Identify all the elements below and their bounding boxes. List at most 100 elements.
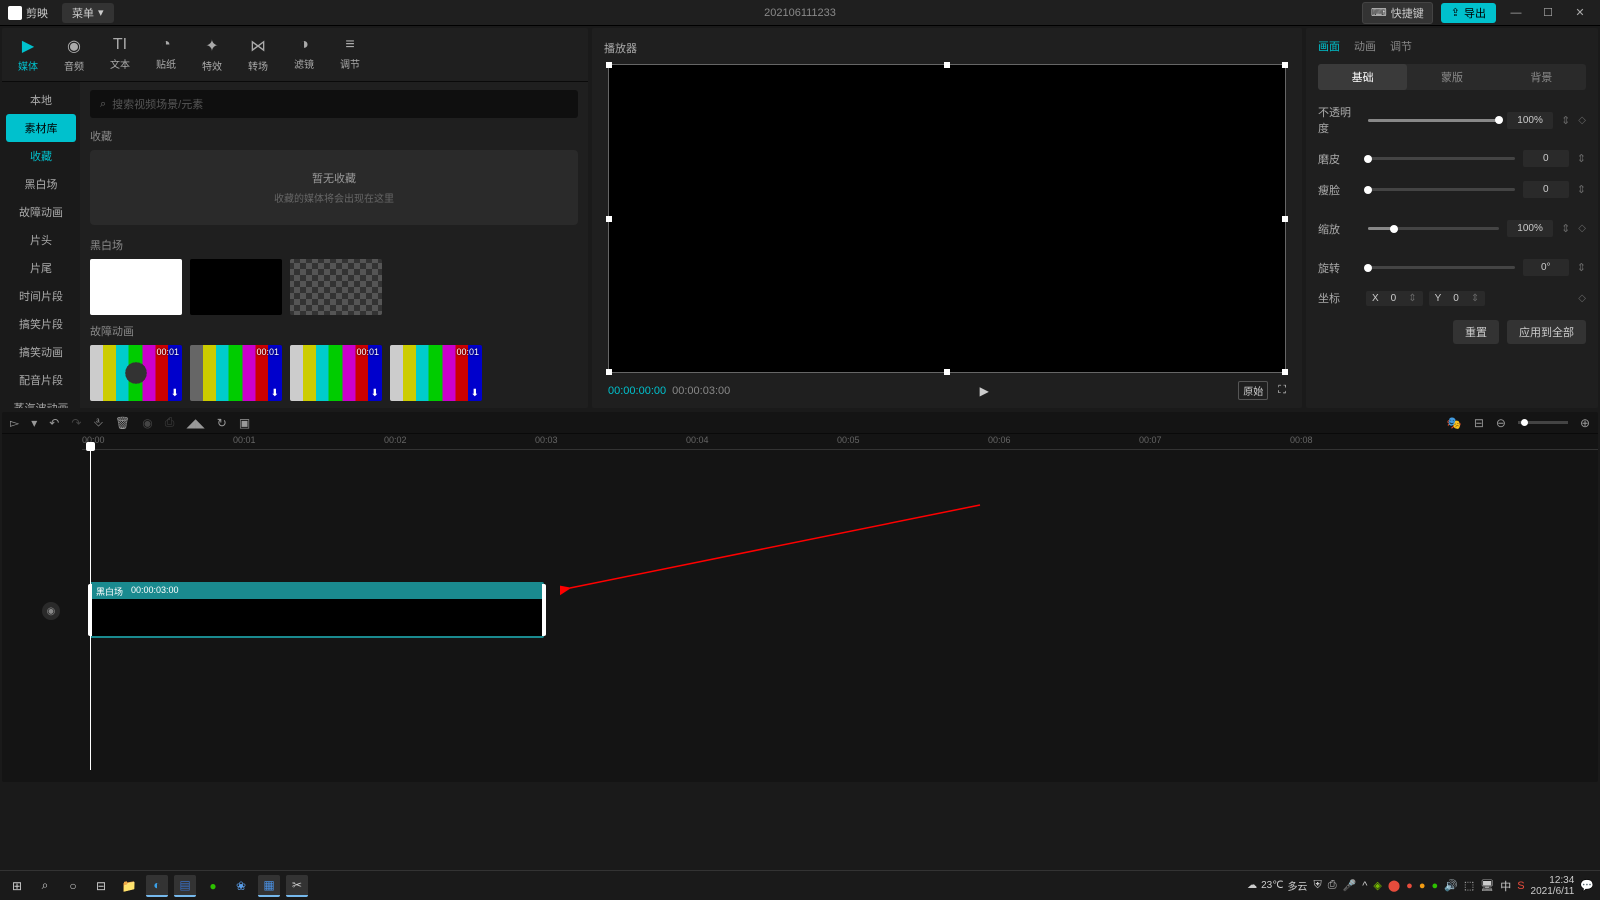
download-icon[interactable]: ⬇ <box>471 388 479 399</box>
keyframe-icon[interactable]: ◇ <box>1578 223 1586 234</box>
cortana-button[interactable]: ○ <box>62 875 84 897</box>
delete-tool[interactable]: 🗑 <box>115 416 130 430</box>
zoom-out-button[interactable]: ⊖ <box>1496 416 1506 430</box>
scale-slider[interactable] <box>1368 227 1499 230</box>
stepper-icon[interactable]: ⇕ <box>1561 222 1570 235</box>
thumb-black[interactable] <box>190 259 282 315</box>
sidebar-item-0[interactable]: 收藏 <box>2 142 80 170</box>
sidebar-top-1[interactable]: 素材库 <box>6 114 76 142</box>
stepper-icon[interactable]: ⇕ <box>1577 152 1586 165</box>
zoom-in-button[interactable]: ⊕ <box>1580 416 1590 430</box>
tray-app-icon[interactable]: ● <box>1419 880 1426 892</box>
download-icon[interactable]: ⬇ <box>271 388 279 399</box>
tray-stop-icon[interactable]: ⬤ <box>1388 879 1400 892</box>
maximize-button[interactable]: ☐ <box>1536 6 1560 19</box>
play-button[interactable]: ▶ <box>980 384 989 398</box>
app-icon-2[interactable]: ▤ <box>174 875 196 897</box>
rotate-tool[interactable]: ↻ <box>217 416 227 430</box>
tray-mic-icon[interactable]: 🎤 <box>1343 879 1357 892</box>
stepper-icon[interactable]: ⇕ <box>1577 261 1586 274</box>
start-button[interactable]: ⊞ <box>6 875 28 897</box>
reset-button[interactable]: 重置 <box>1453 320 1499 344</box>
opacity-slider[interactable] <box>1368 119 1499 122</box>
thumb-glitch-3[interactable]: 00:01⬇ <box>290 345 382 401</box>
taskview-button[interactable]: ⊟ <box>90 875 112 897</box>
fullscreen-icon[interactable]: ⛶ <box>1278 384 1286 397</box>
timeline-tracks[interactable]: ◉ 黑白场 00:00:03:00 <box>2 450 1598 770</box>
freeze-tool[interactable]: ⎙ <box>165 415 175 430</box>
jianying-taskbar-icon[interactable]: ✂ <box>286 875 308 897</box>
search-button[interactable]: ⌕ <box>34 875 56 897</box>
sidebar-item-5[interactable]: 时间片段 <box>2 282 80 310</box>
snap-tool[interactable]: ⊟ <box>1474 416 1484 430</box>
rotate-slider[interactable] <box>1368 266 1515 269</box>
tray-wechat-icon[interactable]: ● <box>1431 880 1438 892</box>
menu-button[interactable]: 菜单▾ <box>62 3 114 23</box>
timeline-clip[interactable]: 黑白场 00:00:03:00 <box>90 582 544 638</box>
media-tab-2[interactable]: TI文本 <box>102 32 138 77</box>
close-button[interactable]: ✕ <box>1568 6 1592 19</box>
keyframe-icon[interactable]: ◇ <box>1578 293 1586 304</box>
sidebar-item-4[interactable]: 片尾 <box>2 254 80 282</box>
media-tab-1[interactable]: ◉音频 <box>56 32 92 77</box>
preview-canvas[interactable] <box>608 64 1286 373</box>
tray-up-icon[interactable]: ^ <box>1362 880 1367 892</box>
export-button[interactable]: ⇪ 导出 <box>1441 3 1496 23</box>
media-tab-7[interactable]: ≡调节 <box>332 32 368 77</box>
tool-dropdown[interactable]: ▾ <box>31 416 37 430</box>
media-tab-0[interactable]: ▶媒体 <box>10 32 46 77</box>
props-subtab-1[interactable]: 蒙版 <box>1407 64 1496 90</box>
notifications-icon[interactable]: 💬 <box>1580 879 1594 892</box>
media-tab-4[interactable]: ✦特效 <box>194 32 230 77</box>
tray-volume-icon[interactable]: 🔊 <box>1444 879 1458 892</box>
tray-usb-icon[interactable]: ⎙ <box>1328 879 1337 892</box>
sidebar-item-2[interactable]: 故障动画 <box>2 198 80 226</box>
app-icon-3[interactable]: ❀ <box>230 875 252 897</box>
sidebar-item-8[interactable]: 配音片段 <box>2 366 80 394</box>
download-icon[interactable]: ⬇ <box>371 388 379 399</box>
sidebar-item-3[interactable]: 片头 <box>2 226 80 254</box>
clip-handle-right[interactable] <box>542 584 546 636</box>
pos-x-input[interactable]: X0⇕ <box>1366 291 1423 306</box>
weather-widget[interactable]: ☁ 23℃ 多云 <box>1247 878 1307 893</box>
apply-all-button[interactable]: 应用到全部 <box>1507 320 1586 344</box>
crop-tool[interactable]: ▣ <box>239 416 250 430</box>
taskbar-clock[interactable]: 12:34 2021/6/11 <box>1531 875 1575 897</box>
props-tab-1[interactable]: 动画 <box>1354 38 1376 54</box>
tray-sogou-icon[interactable]: S <box>1517 880 1524 892</box>
playhead[interactable] <box>90 450 91 770</box>
sidebar-item-6[interactable]: 搞笑片段 <box>2 310 80 338</box>
props-subtab-0[interactable]: 基础 <box>1318 64 1407 90</box>
explorer-icon[interactable]: 📁 <box>118 875 140 897</box>
wechat-icon[interactable]: ● <box>202 875 224 897</box>
split-tool[interactable]: ⎀ <box>93 415 103 430</box>
mirror-tool[interactable]: ◢◣ <box>186 416 204 430</box>
thumb-glitch-4[interactable]: 00:01⬇ <box>390 345 482 401</box>
redo-button[interactable]: ↷ <box>71 416 81 430</box>
sidebar-top-0[interactable]: 本地 <box>2 86 80 114</box>
undo-button[interactable]: ↶ <box>49 416 59 430</box>
thumb-transparent[interactable] <box>290 259 382 315</box>
timeline-ruler[interactable]: 00:0000:0100:0200:0300:0400:0500:0600:07… <box>82 434 1598 450</box>
pos-y-input[interactable]: Y0⇕ <box>1429 291 1486 306</box>
sidebar-item-1[interactable]: 黑白场 <box>2 170 80 198</box>
zoom-slider[interactable] <box>1518 421 1568 424</box>
thumb-glitch-2[interactable]: 00:01⬇ <box>190 345 282 401</box>
stepper-icon[interactable]: ⇕ <box>1561 114 1570 127</box>
media-tab-3[interactable]: ◔贴纸 <box>148 32 184 77</box>
search-input[interactable]: ⌕ 搜索视频场景/元素 <box>90 90 578 118</box>
record-tool[interactable]: ◉ <box>142 416 152 430</box>
track-mute-button[interactable]: ◉ <box>42 602 60 620</box>
tray-rec-icon[interactable]: ● <box>1406 880 1413 892</box>
tray-nvidia-icon[interactable]: ◈ <box>1373 879 1381 892</box>
sidebar-item-7[interactable]: 搞笑动画 <box>2 338 80 366</box>
shortcuts-button[interactable]: ⌨ 快捷键 <box>1362 2 1433 24</box>
app-icon-4[interactable]: ▦ <box>258 875 280 897</box>
props-tab-0[interactable]: 画面 <box>1318 38 1340 54</box>
minimize-button[interactable]: — <box>1504 7 1528 19</box>
download-icon[interactable]: ⬇ <box>171 388 179 399</box>
tray-monitor-icon[interactable]: 🖥 <box>1480 879 1494 892</box>
ratio-button[interactable]: 原始 <box>1238 381 1268 400</box>
tray-ime-icon[interactable]: 中 <box>1500 878 1511 894</box>
media-tab-6[interactable]: ◑滤镜 <box>286 32 322 77</box>
